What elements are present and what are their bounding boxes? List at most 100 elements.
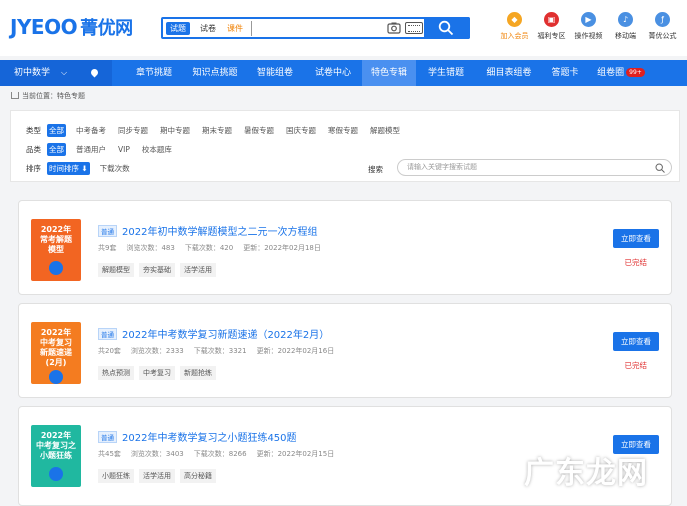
nav-item-circle[interactable]: 组卷圈 99+ <box>590 60 652 86</box>
logo-text: JYEOO <box>10 15 78 39</box>
home-icon[interactable] <box>11 92 19 99</box>
search-tab-papers[interactable]: 试卷 <box>196 22 220 35</box>
join-vip-label: 加入会员 <box>500 32 529 40</box>
nav-item-smart-paper[interactable]: 智能组卷 <box>248 60 302 86</box>
album-views: 浏览次数：2333 <box>130 347 184 355</box>
sort-by-downloads[interactable]: 下载次数 <box>98 162 132 175</box>
album-tag-chip: 夯实基础 <box>139 263 175 277</box>
search-box: 试题 试卷 课件 <box>161 17 470 39</box>
filter-panel: 类型 全部 中考备考 同步专题 期中专题 期末专题 暑假专题 国庆专题 寒假专题… <box>10 110 680 182</box>
album-meta: 共20套 浏览次数：2333 下载次数：3321 更新：2022年02月16日 <box>98 346 344 356</box>
album-downloads: 下载次数：8266 <box>193 450 247 458</box>
mobile-icon: ♪ <box>618 12 633 27</box>
subject-label: 初中数学 <box>14 68 51 78</box>
header: JYEOO 菁优网 试题 试卷 课件 ◆ 加入会员 ▣ 福利专区 ▶ 操作视频 ♪… <box>0 0 687 56</box>
album-tag-chip: 解题模型 <box>98 263 134 277</box>
filter-option[interactable]: 普通用户 <box>74 143 108 156</box>
search-tab-questions[interactable]: 试题 <box>166 22 190 35</box>
album-downloads: 下载次数：420 <box>184 244 234 252</box>
filter-row-sort: 排序 时间排序 ⬇ 下载次数 <box>26 162 140 175</box>
cover-text: 中考复习 <box>40 338 72 347</box>
filter-option[interactable]: 解题模型 <box>368 124 402 137</box>
album-meta: 共45套 浏览次数：3403 下载次数：8266 更新：2022年02月15日 <box>98 449 344 459</box>
view-now-button[interactable]: 立即查看 <box>613 229 659 248</box>
cover-text: 新题速递 <box>40 348 72 357</box>
main-nav: 初中数学 ⌵ 章节挑题 知识点挑题 智能组卷 试卷中心 特色专辑 学生错题 细目… <box>0 60 687 86</box>
filter-category-label: 品类 <box>26 145 41 154</box>
filter-option[interactable]: 中考备考 <box>74 124 108 137</box>
location-icon[interactable] <box>89 67 100 78</box>
mascot-icon <box>49 261 63 275</box>
album-count: 共9套 <box>98 244 117 252</box>
nav-item-featured[interactable]: 特色专辑 <box>362 60 416 86</box>
filter-option[interactable]: 国庆专题 <box>284 124 318 137</box>
nav-item-spec-paper[interactable]: 细目表组卷 <box>478 60 540 86</box>
album-title[interactable]: 普通 2022年中考数学复习新题速递（2022年2月） <box>98 326 329 341</box>
search-icon[interactable] <box>655 163 665 173</box>
album-tag: 普通 <box>98 225 117 237</box>
filter-option[interactable]: 全部 <box>47 124 66 137</box>
camera-icon[interactable] <box>387 21 401 35</box>
search-tab-courseware[interactable]: 课件 <box>223 22 247 35</box>
filter-option[interactable]: 期中专题 <box>158 124 192 137</box>
welfare-link[interactable]: ▣ 福利专区 <box>533 12 570 41</box>
notification-badge: 99+ <box>626 68 645 77</box>
video-label: 操作视频 <box>574 32 603 40</box>
site-logo[interactable]: JYEOO 菁优网 <box>10 14 133 40</box>
nav-item-paper-center[interactable]: 试卷中心 <box>305 60 361 86</box>
nav-item-answer-card[interactable]: 答题卡 <box>542 60 588 86</box>
video-link[interactable]: ▶ 操作视频 <box>570 12 607 41</box>
logo-cn-text: 菁优网 <box>80 18 133 39</box>
filter-search-label: 搜索 <box>368 165 383 174</box>
album-tags: 热点预测 中考复习 新题抢练 <box>98 366 221 380</box>
cover-text: 常考解题 <box>40 235 72 244</box>
filter-option[interactable]: 期末专题 <box>200 124 234 137</box>
filter-option[interactable]: 同步专题 <box>116 124 150 137</box>
search-button[interactable] <box>424 17 470 39</box>
album-cover[interactable]: 2022年 中考复习之 小题狂练 <box>31 425 81 487</box>
album-tags: 小题狂练 活学活用 高分秘籍 <box>98 469 221 483</box>
formula-link[interactable]: ƒ 菁优公式 <box>644 12 681 41</box>
album-title[interactable]: 普通 2022年中考数学复习之小题狂练450题 <box>98 429 297 444</box>
album-tag-chip: 中考复习 <box>139 366 175 380</box>
formula-icon: ƒ <box>655 12 670 27</box>
album-cover[interactable]: 2022年 常考解题 模型 <box>31 219 81 281</box>
nav-item-chapter[interactable]: 章节挑题 <box>126 60 182 86</box>
cover-text: (2月) <box>45 358 67 367</box>
album-updated: 更新：2022年02月15日 <box>256 450 335 458</box>
album-tag: 普通 <box>98 328 117 340</box>
keyboard-icon[interactable] <box>405 22 423 34</box>
album-cover[interactable]: 2022年 中考复习 新题速递 (2月) <box>31 322 81 384</box>
album-tags: 解题模型 夯实基础 活学活用 <box>98 263 221 277</box>
filter-option[interactable]: VIP <box>116 144 132 155</box>
nav-item-knowledge[interactable]: 知识点挑题 <box>185 60 245 86</box>
filter-option[interactable]: 暑假专题 <box>242 124 276 137</box>
cover-text: 2022年 <box>40 431 72 440</box>
filter-option[interactable]: 校本题库 <box>140 143 174 156</box>
album-tag-chip: 活学活用 <box>139 469 175 483</box>
join-vip-link[interactable]: ◆ 加入会员 <box>496 12 533 41</box>
album-updated: 更新：2022年02月18日 <box>243 244 321 252</box>
nav-item-wrong-questions[interactable]: 学生错题 <box>418 60 474 86</box>
cover-text: 中考复习之 <box>36 441 76 450</box>
album-meta: 共9套 浏览次数：483 下载次数：420 更新：2022年02月18日 <box>98 243 331 253</box>
subject-selector[interactable]: 初中数学 ⌵ <box>0 60 112 86</box>
mascot-icon <box>49 467 63 481</box>
chevron-down-icon: ⌵ <box>61 68 68 77</box>
sort-by-time[interactable]: 时间排序 ⬇ <box>47 162 90 175</box>
filter-option[interactable]: 寒假专题 <box>326 124 360 137</box>
breadcrumb-current: 特色专题 <box>57 92 85 100</box>
album-views: 浏览次数：3403 <box>130 450 184 458</box>
keyword-search-input[interactable]: 请输入关键字搜索试题 <box>397 159 672 176</box>
filter-option[interactable]: 全部 <box>47 143 66 156</box>
sort-time-label: 时间排序 <box>49 164 79 173</box>
album-tag: 普通 <box>98 431 117 443</box>
filter-row-type: 类型 全部 中考备考 同步专题 期中专题 期末专题 暑假专题 国庆专题 寒假专题… <box>26 124 410 137</box>
album-title[interactable]: 普通 2022年初中数学解题模型之二元一次方程组 <box>98 223 317 238</box>
mobile-link[interactable]: ♪ 移动端 <box>607 12 644 41</box>
view-now-button[interactable]: 立即查看 <box>613 332 659 351</box>
cover-text: 模型 <box>48 245 64 254</box>
search-input[interactable] <box>251 21 381 36</box>
album-updated: 更新：2022年02月16日 <box>256 347 335 355</box>
search-icon <box>438 20 454 36</box>
